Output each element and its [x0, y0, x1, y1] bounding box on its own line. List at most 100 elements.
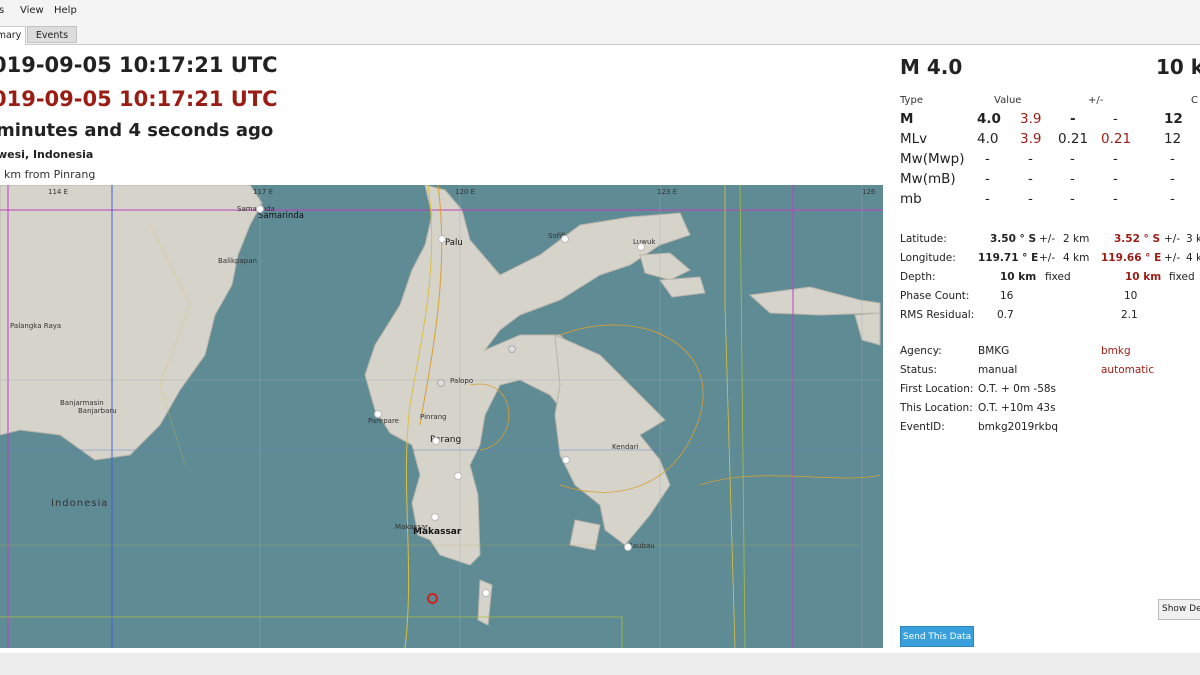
- status-value-auto: automatic: [1101, 364, 1155, 376]
- grid-label-114: 114 E: [48, 188, 69, 196]
- station-marker[interactable]: [561, 235, 569, 243]
- latitude-pm: +/-: [1039, 233, 1056, 245]
- mag-error: -: [1070, 171, 1075, 187]
- mag-value-auto: 3.9: [1020, 131, 1042, 147]
- station-marker[interactable]: [437, 379, 445, 387]
- col-header-pm: +/-: [1088, 95, 1104, 106]
- city-label-baubau: Baubau: [628, 542, 655, 550]
- menu-item-help[interactable]: Help: [54, 5, 77, 16]
- mag-error-auto: -: [1113, 111, 1118, 127]
- city-label-banjarbaru: Banjarbaru: [78, 407, 117, 415]
- grid-label-117: 117 E: [253, 188, 274, 196]
- rms-residual-value: 0.7: [997, 309, 1014, 321]
- depth-fixed: fixed: [1045, 271, 1071, 283]
- mag-type: Mw(Mwp): [900, 151, 965, 167]
- col-header-count: C: [1191, 95, 1198, 106]
- menu-item-view[interactable]: View: [20, 5, 44, 16]
- latitude-pm-auto: +/-: [1164, 233, 1181, 245]
- mag-error: -: [1070, 111, 1076, 127]
- tab-summary[interactable]: mary: [0, 26, 26, 45]
- agency-value-auto: bmkg: [1101, 345, 1131, 357]
- longitude-uncertainty: 4 km: [1063, 252, 1090, 264]
- city-label-parepare: Parepare: [368, 417, 399, 425]
- mag-error-auto: -: [1113, 151, 1118, 167]
- first-location-label: First Location:: [900, 383, 974, 395]
- longitude-label: Longitude:: [900, 252, 956, 264]
- city-label-palu: Palu: [445, 238, 463, 248]
- longitude-value: 119.71 ° E: [978, 252, 1039, 264]
- mag-error-auto: -: [1113, 191, 1118, 207]
- epicenter-marker[interactable]: [427, 593, 438, 604]
- mag-count: -: [1170, 191, 1175, 207]
- send-data-button[interactable]: Send This Data: [900, 626, 974, 647]
- depth-value: 10 km: [1000, 271, 1037, 283]
- agency-label: Agency:: [900, 345, 942, 357]
- city-label-balikpapan: Balikpapan: [218, 257, 257, 265]
- mag-error-auto: -: [1113, 171, 1118, 187]
- this-location-value: O.T. +10m 43s: [978, 402, 1056, 414]
- mag-value: 4.0: [977, 131, 999, 147]
- mag-value-auto: 3.9: [1020, 111, 1042, 127]
- this-location-label: This Location:: [900, 402, 973, 414]
- agency-value: BMKG: [978, 345, 1010, 357]
- station-marker[interactable]: [482, 589, 490, 597]
- mag-value: -: [985, 191, 990, 207]
- col-header-type: Type: [900, 95, 923, 106]
- station-marker[interactable]: [256, 205, 264, 213]
- tab-bar: mary Events: [0, 26, 1200, 45]
- rms-residual-value-auto: 2.1: [1121, 309, 1138, 321]
- station-marker[interactable]: [508, 345, 516, 353]
- mag-value-auto: -: [1028, 191, 1033, 207]
- mag-error: -: [1070, 151, 1075, 167]
- event-id-value: bmkg2019rkbq: [978, 421, 1059, 433]
- menu-bar: s View Help: [0, 0, 1200, 22]
- status-value: manual: [978, 364, 1018, 376]
- mag-error: -: [1070, 191, 1075, 207]
- depth-value-auto: 10 km: [1125, 271, 1162, 283]
- longitude-pm: +/-: [1039, 252, 1056, 264]
- mag-value: 4.0: [977, 111, 1001, 127]
- station-marker[interactable]: [637, 243, 645, 251]
- station-marker[interactable]: [374, 410, 382, 418]
- origin-time: 019-09-05 10:17:21 UTC: [0, 53, 278, 77]
- tab-events[interactable]: Events: [27, 26, 77, 43]
- station-marker[interactable]: [562, 456, 570, 464]
- event-map[interactable]: 114 E 117 E 120 E 123 E 126 Indonesia Sa…: [0, 185, 883, 648]
- station-marker[interactable]: [431, 513, 439, 521]
- city-label-samarinda: Samarinda: [258, 211, 304, 221]
- menu-item-tools[interactable]: s: [0, 5, 4, 16]
- show-details-button[interactable]: Show De: [1158, 599, 1200, 620]
- station-marker[interactable]: [438, 235, 446, 243]
- mag-count: -: [1170, 151, 1175, 167]
- latitude-value: 3.50 ° S: [990, 233, 1037, 245]
- depth-label: Depth:: [900, 271, 936, 283]
- mag-count: -: [1170, 171, 1175, 187]
- mag-type: mb: [900, 191, 922, 207]
- time-ago: minutes and 4 seconds ago: [0, 120, 274, 141]
- event-id-label: EventID:: [900, 421, 945, 433]
- depth-fixed-auto: fixed: [1169, 271, 1195, 283]
- station-marker[interactable]: [624, 543, 632, 551]
- latitude-uncertainty-auto: 3 k: [1186, 233, 1200, 245]
- depth-headline: 10 k: [1156, 55, 1200, 79]
- city-label-banjarmasin: Banjarmasin: [60, 399, 104, 407]
- mag-value-auto: -: [1028, 151, 1033, 167]
- col-header-value: Value: [994, 95, 1022, 106]
- city-label-kendari: Kendari: [612, 443, 639, 451]
- mag-error: 0.21: [1058, 131, 1089, 147]
- nearest-city-distance: km from Pinrang: [4, 168, 96, 181]
- city-label-makassar-small: Makassar: [395, 523, 429, 531]
- mag-type: Mw(mB): [900, 171, 956, 187]
- status-bar: [0, 653, 1200, 675]
- city-label-palopo: Palopo: [450, 377, 474, 385]
- first-location-value: O.T. + 0m -58s: [978, 383, 1057, 395]
- station-marker[interactable]: [432, 437, 440, 445]
- grid-label-120: 120 E: [455, 188, 476, 196]
- grid-label-123: 123 E: [657, 188, 678, 196]
- longitude-uncertainty-auto: 4 k: [1186, 252, 1200, 264]
- longitude-pm-auto: +/-: [1164, 252, 1181, 264]
- latitude-uncertainty: 2 km: [1063, 233, 1090, 245]
- rms-residual-label: RMS Residual:: [900, 309, 975, 321]
- station-marker[interactable]: [454, 472, 462, 480]
- phase-count-value: 16: [1000, 290, 1014, 302]
